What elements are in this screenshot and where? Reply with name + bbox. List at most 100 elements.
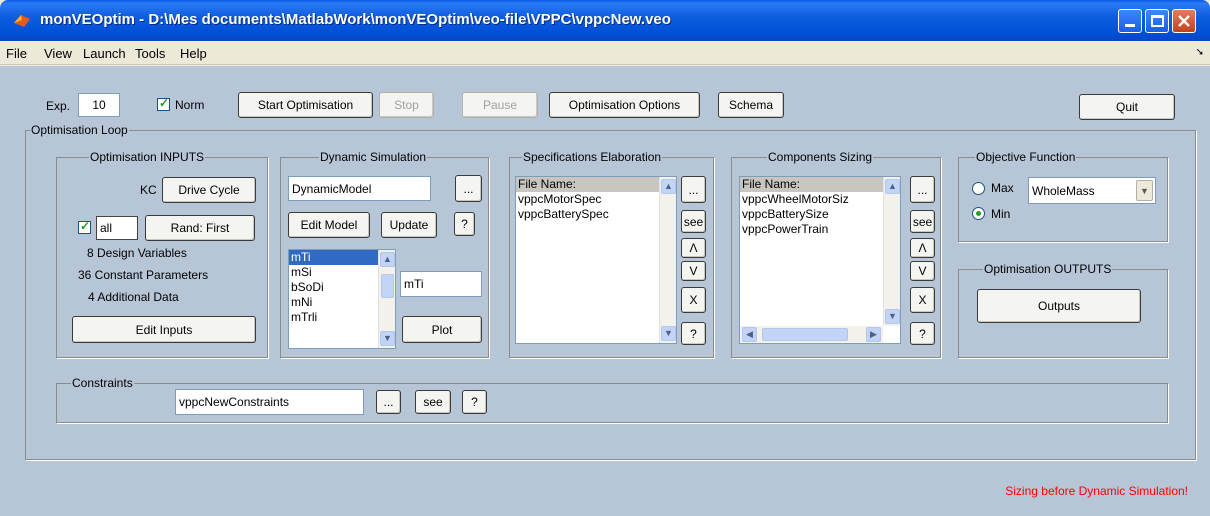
scroll-right-icon[interactable]: ▶ — [866, 327, 881, 342]
maximize-button[interactable] — [1145, 9, 1169, 33]
stop-button[interactable]: Stop — [379, 92, 434, 118]
additional-data-label: 4 Additional Data — [88, 290, 179, 304]
list-item[interactable]: vppcBatterySize — [740, 207, 900, 222]
dynsim-help-button[interactable]: ? — [454, 212, 475, 236]
minimize-button[interactable] — [1118, 9, 1142, 33]
menu-tools[interactable]: Tools — [135, 46, 165, 61]
menu-bar: File View Launch Tools Help ➘ — [0, 41, 1210, 65]
plot-button[interactable]: Plot — [402, 316, 482, 343]
dynamic-model-browse-button[interactable]: ... — [455, 175, 482, 202]
max-radio[interactable] — [972, 182, 985, 195]
dock-arrow-icon[interactable]: ➘ — [1196, 47, 1204, 58]
sizing-remove-button[interactable]: X — [910, 287, 935, 313]
specifications-title: Specifications Elaboration — [522, 150, 663, 164]
sizing-help-button[interactable]: ? — [910, 322, 935, 345]
sizing-browse-button[interactable]: ... — [910, 176, 935, 203]
inputs-title: Optimisation INPUTS — [89, 150, 206, 164]
scroll-left-icon[interactable]: ◀ — [742, 327, 757, 342]
scroll-down-icon[interactable]: ▼ — [885, 309, 900, 324]
window-title: monVEOptim - D:\Mes documents\MatlabWork… — [40, 11, 671, 28]
sizing-file-list[interactable]: File Name: vppcWheelMotorSiz vppcBattery… — [739, 176, 901, 344]
scroll-thumb[interactable] — [762, 328, 848, 341]
constraints-file-field[interactable]: vppcNewConstraints — [175, 389, 364, 415]
exp-field[interactable]: 10 — [78, 93, 120, 117]
spec-help-button[interactable]: ? — [681, 322, 706, 345]
design-variables-label: 8 Design Variables — [87, 246, 187, 260]
constraints-title: Constraints — [71, 376, 134, 390]
kc-label: KC — [140, 183, 157, 197]
optimisation-loop-title: Optimisation Loop — [30, 123, 129, 137]
close-button[interactable] — [1172, 9, 1196, 33]
scroll-up-icon[interactable]: ▲ — [885, 179, 900, 194]
spec-file-list[interactable]: File Name: vppcMotorSpec vppcBatterySpec… — [515, 176, 677, 344]
menu-launch[interactable]: Launch — [83, 46, 126, 61]
chevron-down-icon[interactable]: ▼ — [1136, 180, 1153, 201]
main-panel: Exp. 10 Norm Start Optimisation Stop Pau… — [0, 66, 1210, 516]
spec-see-button[interactable]: see — [681, 210, 706, 233]
update-button[interactable]: Update — [381, 212, 437, 238]
components-sizing-title: Components Sizing — [767, 150, 874, 164]
dynsim-list-scrollbar[interactable]: ▲ ▼ — [378, 250, 395, 348]
list-item[interactable]: vppcBatterySpec — [516, 207, 676, 222]
list-item[interactable]: vppcPowerTrain — [740, 222, 900, 237]
norm-label: Norm — [175, 98, 205, 112]
menu-view[interactable]: View — [44, 46, 72, 61]
all-checkbox[interactable] — [78, 219, 91, 234]
sizing-move-down-button[interactable]: V — [910, 261, 935, 281]
scroll-up-icon[interactable]: ▲ — [661, 179, 676, 194]
dynamic-model-field[interactable]: DynamicModel — [288, 176, 431, 201]
list-item[interactable]: File Name: — [516, 177, 676, 192]
list-item[interactable]: vppcWheelMotorSiz — [740, 192, 900, 207]
menu-help[interactable]: Help — [180, 46, 207, 61]
objective-function-title: Objective Function — [975, 150, 1077, 164]
schema-button[interactable]: Schema — [718, 92, 784, 118]
quit-button[interactable]: Quit — [1079, 94, 1175, 120]
norm-checkbox[interactable] — [157, 96, 170, 111]
title-bar: monVEOptim - D:\Mes documents\MatlabWork… — [0, 0, 1210, 41]
list-item[interactable]: File Name: — [740, 177, 900, 192]
edit-inputs-button[interactable]: Edit Inputs — [72, 316, 256, 343]
sizing-hscrollbar[interactable]: ◀ ▶ — [740, 326, 883, 343]
scroll-down-icon[interactable]: ▼ — [661, 326, 676, 341]
spec-browse-button[interactable]: ... — [681, 176, 706, 203]
pause-button[interactable]: Pause — [462, 92, 538, 118]
spec-move-up-button[interactable]: Λ — [681, 238, 706, 258]
outputs-button[interactable]: Outputs — [977, 289, 1141, 323]
rand-first-button[interactable]: Rand: First — [145, 215, 255, 241]
min-radio[interactable] — [972, 207, 985, 220]
constraints-help-button[interactable]: ? — [462, 390, 487, 414]
exp-label: Exp. — [46, 99, 71, 113]
maximize-icon — [1151, 15, 1164, 27]
constant-parameters-label: 36 Constant Parameters — [78, 268, 209, 282]
all-label: all — [96, 216, 138, 240]
sizing-move-up-button[interactable]: Λ — [910, 238, 935, 258]
optimisation-options-button[interactable]: Optimisation Options — [549, 92, 700, 118]
status-message: Sizing before Dynamic Simulation! — [1005, 484, 1188, 498]
app-window: monVEOptim - D:\Mes documents\MatlabWork… — [0, 0, 1210, 516]
menu-file[interactable]: File — [6, 46, 27, 61]
edit-model-button[interactable]: Edit Model — [288, 212, 370, 238]
spec-move-down-button[interactable]: V — [681, 261, 706, 281]
max-label: Max — [991, 181, 1014, 195]
drive-cycle-button[interactable]: Drive Cycle — [162, 177, 256, 203]
spec-list-scrollbar[interactable]: ▲ ▼ — [659, 177, 676, 343]
min-label: Min — [991, 207, 1011, 221]
objective-function-select[interactable]: WholeMass ▼ — [1028, 177, 1156, 204]
dynsim-variable-list[interactable]: mTi mSi bSoDi mNi mTrli ▲ ▼ — [288, 249, 396, 349]
selected-variable-field[interactable]: mTi — [400, 271, 482, 297]
dynamic-simulation-title: Dynamic Simulation — [319, 150, 428, 164]
matlab-icon — [14, 15, 30, 27]
list-item[interactable]: vppcMotorSpec — [516, 192, 676, 207]
scroll-thumb[interactable] — [381, 274, 394, 298]
sizing-see-button[interactable]: see — [910, 210, 935, 233]
objective-function-value: WholeMass — [1032, 184, 1095, 198]
close-icon — [1178, 15, 1190, 27]
scroll-up-icon[interactable]: ▲ — [380, 252, 395, 267]
spec-remove-button[interactable]: X — [681, 287, 706, 313]
sizing-list-scrollbar[interactable]: ▲ ▼ — [883, 177, 900, 326]
scroll-down-icon[interactable]: ▼ — [380, 331, 395, 346]
minimize-icon — [1125, 24, 1135, 27]
constraints-browse-button[interactable]: ... — [376, 390, 401, 414]
constraints-see-button[interactable]: see — [415, 390, 451, 414]
start-optimisation-button[interactable]: Start Optimisation — [238, 92, 373, 118]
